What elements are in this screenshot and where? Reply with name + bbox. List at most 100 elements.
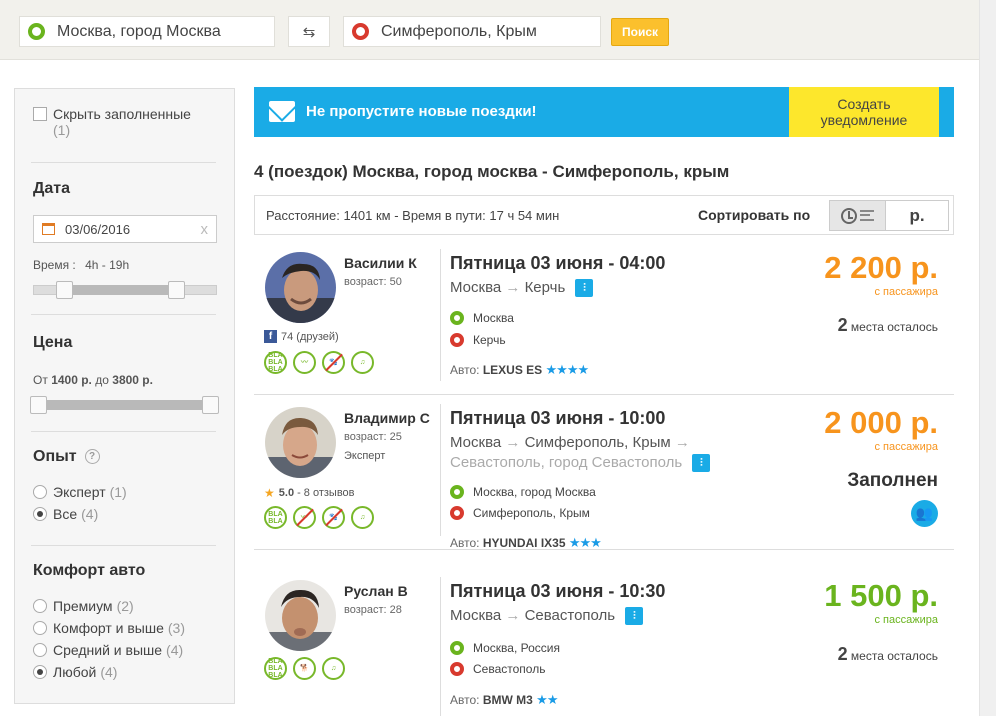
passengers-icon[interactable]: 👥 xyxy=(911,500,938,527)
friends-count: 74 (друзей) xyxy=(281,330,339,343)
price-slider-min-handle[interactable] xyxy=(30,396,47,414)
route-via: Симферополь, Крым xyxy=(524,434,671,451)
driver-preferences: BLA BLA 〰 🐾 ♫ xyxy=(264,506,374,529)
trip-card[interactable]: Руслан В возраст: 28 BLA BLA BLA 🐕 ♫ Пят… xyxy=(254,569,954,716)
reviews-count: - 8 отзывов xyxy=(297,487,355,499)
card-divider xyxy=(440,404,441,536)
car-comfort-stars: ★★★★ xyxy=(545,362,590,377)
car-model: LEXUS ES xyxy=(482,363,543,377)
route-arrow: → xyxy=(505,279,521,296)
highway-icon: ⫶ xyxy=(625,607,644,626)
smoking-icon: 〰 xyxy=(293,351,316,374)
divider xyxy=(31,162,216,163)
hide-full-filter[interactable]: Скрыть заполненные (1) xyxy=(33,106,191,138)
price-slider[interactable] xyxy=(30,396,219,414)
highway-icon: ⫶ xyxy=(692,454,711,473)
radio-button[interactable] xyxy=(33,599,47,613)
alert-banner: Не пропустите новые поездки! Создать увед… xyxy=(254,87,954,137)
option-label: Премиум xyxy=(53,598,113,614)
trip-distance-info: Расстояние: 1401 км - Время в пути: 17 ч… xyxy=(266,208,560,223)
driver-avatar[interactable] xyxy=(265,580,336,651)
radio-button-selected[interactable] xyxy=(33,665,47,679)
price-slider-max-handle[interactable] xyxy=(202,396,219,414)
create-alert-line2: уведомление xyxy=(820,112,908,128)
route-from: Москва xyxy=(450,434,502,451)
time-label: Время : xyxy=(33,258,76,272)
option-label: Любой xyxy=(53,664,97,680)
time-slider-fill xyxy=(66,285,178,295)
driver-avatar[interactable] xyxy=(265,252,336,323)
calendar-icon xyxy=(42,223,55,235)
comfort-option-premium[interactable]: Премиум (2) xyxy=(33,598,134,614)
trip-date: Пятница 03 июня - 10:00 xyxy=(450,408,666,428)
driver-avatar[interactable] xyxy=(265,407,336,478)
time-slider[interactable] xyxy=(33,281,217,299)
option-count: (3) xyxy=(167,620,186,636)
search-button[interactable]: Поиск xyxy=(611,18,669,46)
car-model: BMW M3 xyxy=(482,693,533,707)
car-model: HYUNDAI IX35 xyxy=(482,536,566,550)
swap-button[interactable]: ⇆ xyxy=(288,16,330,47)
sort-by-time-button[interactable] xyxy=(830,201,886,230)
experience-option-expert[interactable]: Эксперт (1) xyxy=(33,484,127,500)
driver-experience-level: Эксперт xyxy=(344,450,386,462)
clear-date-icon[interactable]: x xyxy=(201,221,209,238)
trip-card[interactable]: Владимир С возраст: 25 Эксперт ★ 5.0 - 8… xyxy=(254,396,954,550)
destination-dot-icon xyxy=(450,662,464,676)
radio-button[interactable] xyxy=(33,621,47,635)
price-prefix: От xyxy=(33,373,48,387)
origin-input[interactable]: Москва, город Москва xyxy=(19,16,275,47)
facebook-icon: f xyxy=(264,330,277,343)
time-slider-max-handle[interactable] xyxy=(168,281,185,299)
driver-preferences: BLA BLA BLA 〰 🐾 ♫ xyxy=(264,351,374,374)
option-count: (2) xyxy=(116,598,134,614)
page-scrollbar[interactable] xyxy=(979,0,996,716)
trip-card[interactable]: Василии К возраст: 50 f 74 (друзей) BLA … xyxy=(254,241,954,395)
price-mid: до xyxy=(95,373,109,387)
radio-button-selected[interactable] xyxy=(33,507,47,521)
driver-name[interactable]: Василии К xyxy=(344,255,417,271)
create-alert-button[interactable]: Создать уведомление xyxy=(789,87,939,137)
route-to: Севастополь xyxy=(524,607,616,624)
hide-full-checkbox[interactable] xyxy=(33,107,47,121)
destination-input[interactable]: Симферополь, Крым xyxy=(343,16,601,47)
option-label: Эксперт xyxy=(53,484,106,500)
help-icon[interactable]: ? xyxy=(84,449,100,465)
time-range-value: 4h - 19h xyxy=(85,258,130,272)
experience-option-all[interactable]: Все (4) xyxy=(33,506,98,522)
driver-rating[interactable]: ★ 5.0 - 8 отзывов xyxy=(264,486,355,500)
dropoff-point: Севастополь xyxy=(450,662,545,676)
chat-level-icon: BLA BLA BLA xyxy=(264,351,287,374)
pickup-point: Москва, Россия xyxy=(450,641,560,655)
sort-by-price-button[interactable]: р. xyxy=(886,201,948,230)
trip-full-label: Заполнен xyxy=(847,470,938,491)
trip-price: 1 500 р. xyxy=(824,578,938,613)
trip-price: 2 000 р. xyxy=(824,405,938,440)
stop-to: Севастополь xyxy=(473,662,546,676)
comfort-option-any[interactable]: Любой (4) xyxy=(33,664,117,680)
time-slider-min-handle[interactable] xyxy=(56,281,73,299)
comfort-option-comfort[interactable]: Комфорт и выше (3) xyxy=(33,620,185,636)
destination-dot-icon xyxy=(450,333,464,347)
car-info: Авто: LEXUS ES ★★★★ xyxy=(450,362,590,378)
no-pets-icon: 🐾 xyxy=(322,506,345,529)
route-to: Керчь xyxy=(524,279,566,296)
sort-toggle: р. xyxy=(829,200,949,231)
facebook-friends: f 74 (друзей) xyxy=(264,330,339,343)
route-arrow: → xyxy=(674,434,690,451)
origin-dot-icon xyxy=(450,485,464,499)
seats-text: места осталось xyxy=(850,320,938,334)
swap-arrows-icon: ⇆ xyxy=(302,23,316,41)
driver-name[interactable]: Руслан В xyxy=(344,583,408,599)
comfort-option-medium[interactable]: Средний и выше (4) xyxy=(33,642,183,658)
seats-count: 2 xyxy=(837,315,848,335)
radio-button[interactable] xyxy=(33,485,47,499)
radio-button[interactable] xyxy=(33,643,47,657)
driver-age: возраст: 50 xyxy=(344,276,402,288)
filters-sidebar: Скрыть заполненные (1) Дата 03/06/2016 x… xyxy=(14,88,235,704)
results-title: 4 (поездок) Москва, город москва - Симфе… xyxy=(254,162,730,181)
time-range-text: Время : 4h - 19h xyxy=(33,258,129,272)
option-count: (4) xyxy=(100,664,118,680)
date-input[interactable]: 03/06/2016 x xyxy=(33,215,217,243)
driver-name[interactable]: Владимир С xyxy=(344,410,430,426)
